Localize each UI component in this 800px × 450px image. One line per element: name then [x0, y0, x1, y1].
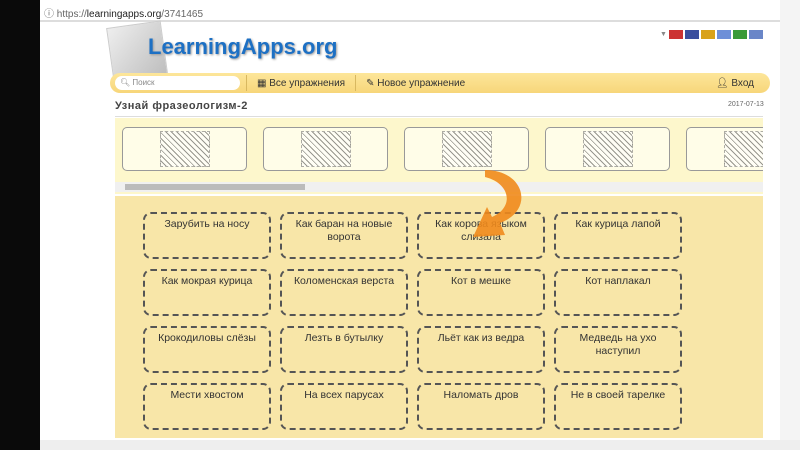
phrase-tile[interactable]: Мести хвостом	[143, 383, 271, 430]
new-exercise-label: Новое упражнение	[377, 77, 466, 89]
picture	[159, 131, 210, 167]
search-input[interactable]: 🔍︎ Поиск	[115, 76, 240, 90]
login-link[interactable]: 👤︎ Вход	[712, 78, 758, 89]
phrase-tile[interactable]: Зарубить на носу	[143, 212, 271, 259]
phrase-tile[interactable]: Лезть в бутылку	[280, 326, 408, 373]
exercise-title: Узнай фразеологизм-2	[115, 100, 248, 112]
phrase-tile[interactable]: Коломенская верста	[280, 269, 408, 316]
slide-left-border	[0, 0, 40, 450]
exercise-date: 2017-07-13	[728, 101, 764, 108]
picture	[300, 131, 351, 167]
address-bar[interactable]: ⓘ https://learningapps.org/3741465	[40, 0, 780, 22]
divider	[355, 75, 357, 91]
flag-es[interactable]	[700, 30, 715, 39]
grid-icon: ▦	[257, 77, 267, 89]
image-card[interactable]	[686, 127, 763, 171]
flag-it[interactable]	[732, 30, 747, 39]
all-exercises-link[interactable]: ▦ Все упражнения	[253, 78, 349, 89]
image-strip	[115, 118, 763, 194]
phrase-tile[interactable]: Кот наплакал	[554, 269, 682, 316]
picture	[441, 131, 492, 167]
phrase-tile[interactable]: Медведь на ухо наступил	[554, 326, 682, 373]
phrase-tile[interactable]: Как курица лапой	[554, 212, 682, 259]
all-exercises-label: Все упражнения	[269, 77, 346, 89]
user-icon: 👤︎	[715, 77, 729, 89]
scrollbar-thumb[interactable]	[125, 184, 305, 190]
flag-ru[interactable]	[748, 30, 763, 39]
phrase-tile[interactable]: Наломать дров	[417, 383, 545, 430]
phrase-tile[interactable]: Кот в мешке	[417, 269, 545, 316]
slide-right-border	[780, 0, 800, 450]
nav-bar: 🔍︎ Поиск ▦ Все упражнения ✎ Новое упражн…	[110, 73, 770, 93]
divider	[115, 116, 763, 117]
horizontal-scrollbar[interactable]	[115, 182, 763, 192]
phrase-tile[interactable]: Как баран на новые ворота	[280, 212, 408, 259]
phrase-tile[interactable]: Как мокрая курица	[143, 269, 271, 316]
curved-arrow-icon	[473, 170, 522, 237]
image-card[interactable]	[545, 127, 670, 171]
flag-de[interactable]	[668, 30, 683, 39]
login-label: Вход	[731, 77, 754, 89]
slide-bottom-border	[40, 440, 800, 450]
url-scheme: https://	[56, 9, 87, 20]
picture	[723, 131, 763, 167]
image-card[interactable]	[263, 127, 388, 171]
dropdown-icon[interactable]: ▼	[660, 31, 667, 38]
flag-en[interactable]	[684, 30, 699, 39]
new-exercise-link[interactable]: ✎ Новое упражнение	[362, 78, 469, 89]
phrase-tile[interactable]: Не в своей тарелке	[554, 383, 682, 430]
url-host: learningapps.org	[86, 9, 162, 20]
image-card[interactable]	[122, 127, 247, 171]
language-flags: ▼	[660, 30, 763, 39]
search-icon: 🔍︎	[120, 78, 131, 87]
picture	[582, 131, 633, 167]
divider	[246, 75, 247, 91]
phrase-tile[interactable]: На всех парусах	[280, 383, 408, 430]
answer-board: Зарубить на носу Как баран на новые ворот…	[115, 196, 763, 438]
url-path: /3741465	[161, 9, 204, 20]
search-placeholder: Поиск	[132, 78, 155, 87]
site-logo[interactable]: LearningApps.org	[148, 34, 337, 60]
pencil-icon: ✎	[366, 77, 375, 89]
phrase-tile[interactable]: Льёт как из ведра	[417, 326, 545, 373]
flag-fr[interactable]	[716, 30, 731, 39]
phrase-tile[interactable]: Крокодиловы слёзы	[143, 326, 271, 373]
